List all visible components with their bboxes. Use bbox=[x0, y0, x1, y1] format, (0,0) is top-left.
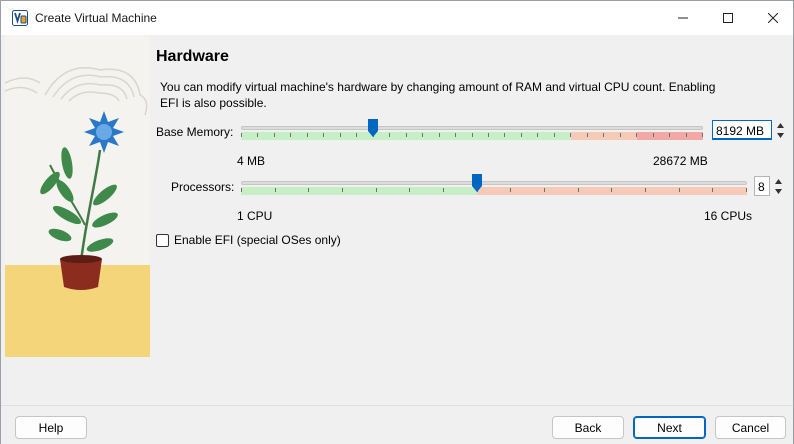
maximize-button[interactable] bbox=[705, 1, 751, 35]
button-bar: Help Back Next Cancel bbox=[1, 406, 793, 444]
slider-handle[interactable] bbox=[471, 173, 483, 193]
slider-tick bbox=[356, 133, 357, 137]
processors-spinner[interactable] bbox=[772, 176, 784, 196]
processors-value: 8 bbox=[758, 180, 765, 194]
enable-efi-checkbox[interactable] bbox=[156, 233, 169, 247]
slider-tick bbox=[712, 188, 713, 192]
enable-efi-row[interactable]: Enable EFI (special OSes only) bbox=[156, 233, 341, 247]
memory-min-label: 4 MB bbox=[237, 154, 266, 168]
base-memory-unit: MB bbox=[746, 124, 764, 138]
maximize-icon bbox=[723, 13, 733, 23]
slider-tick bbox=[241, 133, 242, 137]
processors-label: Processors: bbox=[171, 180, 235, 194]
create-vm-dialog: Create Virtual Machine Hardware You can … bbox=[0, 0, 794, 444]
slider-tick bbox=[290, 133, 291, 137]
base-memory-value: 8192 bbox=[716, 124, 743, 138]
slider-tick bbox=[340, 133, 341, 137]
slider-tick bbox=[544, 188, 545, 192]
close-icon bbox=[768, 13, 778, 23]
slider-tick bbox=[472, 133, 473, 137]
slider-tick bbox=[257, 133, 258, 137]
slider-tick bbox=[653, 133, 654, 137]
slider-tick bbox=[275, 188, 276, 192]
slider-tick bbox=[241, 188, 242, 192]
slider-tick bbox=[323, 133, 324, 137]
processors-input[interactable]: 8 bbox=[754, 176, 770, 196]
minimize-button[interactable] bbox=[660, 1, 706, 35]
memory-max-label: 28672 MB bbox=[653, 154, 708, 168]
slider-tick bbox=[636, 133, 637, 137]
slider-tick bbox=[308, 188, 309, 192]
processors-slider[interactable] bbox=[241, 173, 747, 207]
slider-tick bbox=[746, 188, 747, 192]
slider-track bbox=[241, 181, 747, 185]
slider-tick bbox=[603, 133, 604, 137]
base-memory-input[interactable]: 8192 MB bbox=[712, 120, 772, 140]
slider-tick bbox=[274, 133, 275, 137]
slider-range-danger bbox=[637, 132, 703, 140]
slider-tick bbox=[645, 188, 646, 192]
slider-tick bbox=[554, 133, 555, 137]
potted-flower-illustration bbox=[5, 35, 150, 357]
slider-tick bbox=[488, 133, 489, 137]
help-button[interactable]: Help bbox=[15, 416, 87, 439]
slider-tick bbox=[307, 133, 308, 137]
cancel-button[interactable]: Cancel bbox=[715, 416, 786, 439]
slider-tick bbox=[443, 188, 444, 192]
title-bar: Create Virtual Machine bbox=[1, 1, 793, 35]
base-memory-slider[interactable] bbox=[241, 118, 703, 152]
enable-efi-label: Enable EFI (special OSes only) bbox=[174, 233, 341, 247]
slider-tick bbox=[611, 188, 612, 192]
spin-up-icon[interactable] bbox=[772, 176, 784, 186]
slider-tick bbox=[570, 133, 571, 137]
close-button[interactable] bbox=[750, 1, 794, 35]
slider-tick bbox=[406, 133, 407, 137]
slider-tick bbox=[702, 133, 703, 137]
spin-down-icon[interactable] bbox=[774, 130, 786, 140]
slider-tick bbox=[620, 133, 621, 137]
slider-tick bbox=[521, 133, 522, 137]
base-memory-spinner[interactable] bbox=[774, 120, 786, 140]
page-description: You can modify virtual machine's hardwar… bbox=[160, 80, 716, 110]
page-title: Hardware bbox=[156, 48, 229, 65]
virtualbox-icon bbox=[12, 10, 28, 26]
slider-tick bbox=[578, 188, 579, 192]
slider-tick bbox=[686, 133, 687, 137]
window-title: Create Virtual Machine bbox=[35, 11, 157, 25]
slider-range-warn bbox=[477, 187, 747, 195]
slider-tick bbox=[587, 133, 588, 137]
slider-range-safe bbox=[241, 187, 477, 195]
next-button[interactable]: Next bbox=[633, 416, 706, 439]
slider-tick bbox=[510, 188, 511, 192]
spin-up-icon[interactable] bbox=[774, 120, 786, 130]
slider-tick bbox=[679, 188, 680, 192]
slider-tick bbox=[409, 188, 410, 192]
minimize-icon bbox=[678, 17, 688, 19]
slider-tick bbox=[376, 188, 377, 192]
slider-tick bbox=[537, 133, 538, 137]
slider-tick bbox=[455, 133, 456, 137]
slider-tick bbox=[669, 133, 670, 137]
slider-tick bbox=[422, 133, 423, 137]
slider-tick bbox=[389, 133, 390, 137]
processors-max-label: 16 CPUs bbox=[704, 209, 753, 223]
slider-track bbox=[241, 126, 703, 130]
spin-down-icon[interactable] bbox=[772, 186, 784, 196]
slider-tick bbox=[439, 133, 440, 137]
slider-tick bbox=[504, 133, 505, 137]
processors-min-label: 1 CPU bbox=[237, 209, 273, 223]
slider-handle[interactable] bbox=[367, 118, 379, 138]
base-memory-label: Base Memory: bbox=[156, 125, 234, 139]
slider-tick bbox=[342, 188, 343, 192]
back-button[interactable]: Back bbox=[552, 416, 624, 439]
slider-range-warn bbox=[571, 132, 637, 140]
